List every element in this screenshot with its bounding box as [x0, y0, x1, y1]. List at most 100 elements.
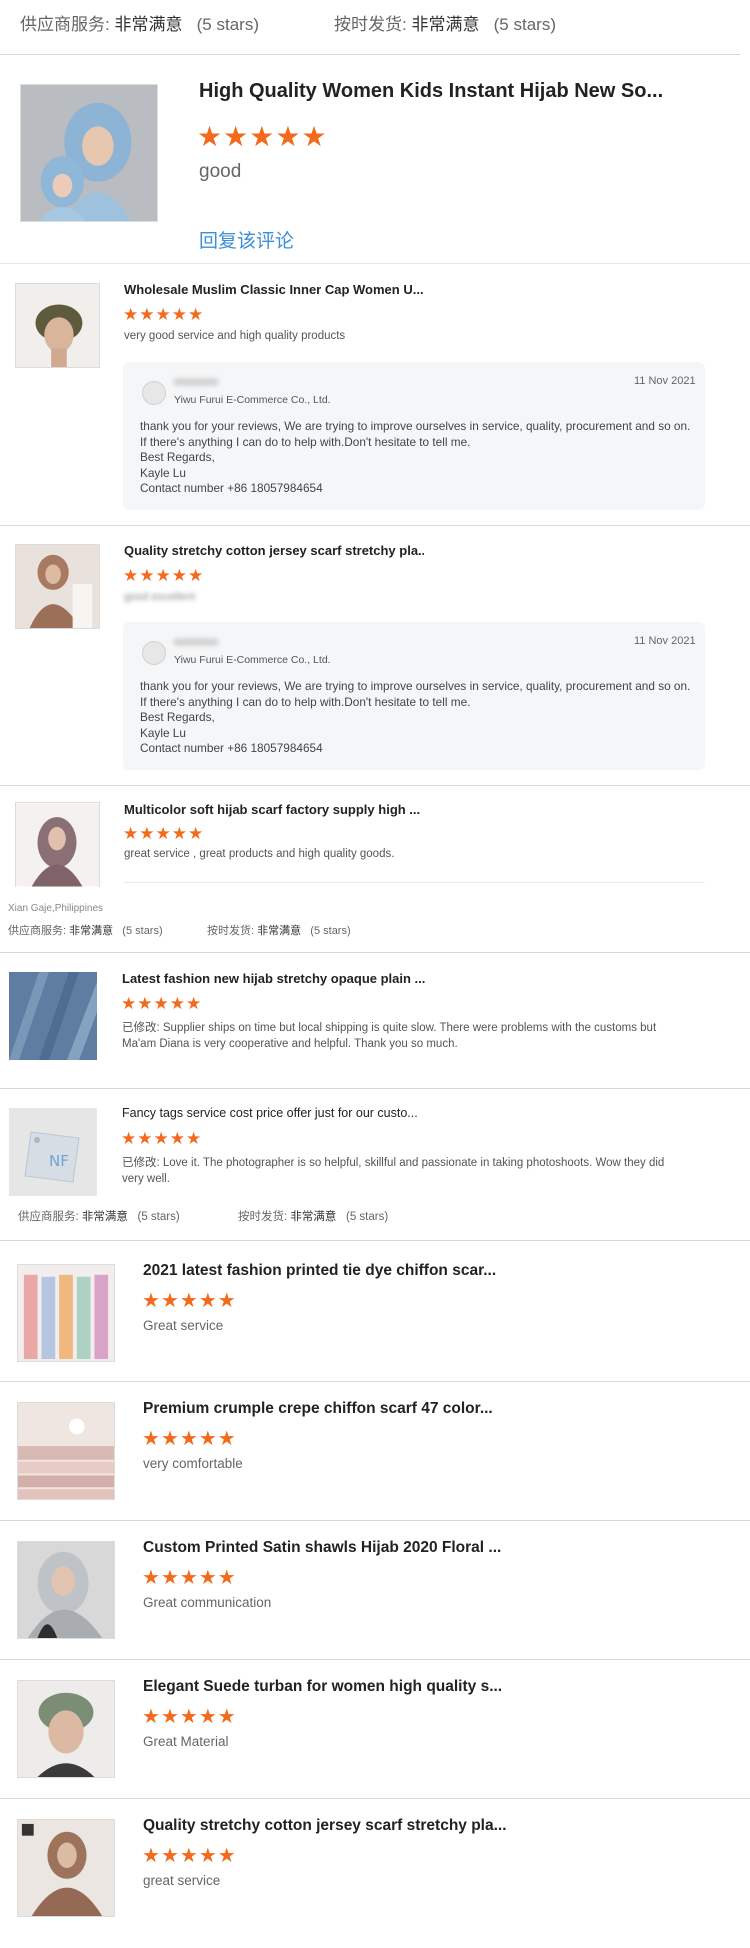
reply-line: Best Regards, — [140, 710, 215, 724]
hijab-scarf-photo-icon — [16, 803, 99, 887]
review-product-title[interactable]: Latest fashion new hijab stretchy opaque… — [122, 971, 452, 986]
review-product-title[interactable]: Quality stretchy cotton jersey scarf str… — [124, 543, 424, 558]
review-product-title[interactable]: Premium crumple crepe chiffon scarf 47 c… — [143, 1400, 523, 1418]
ontime-delivery-value: 非常满意 — [290, 1211, 337, 1223]
star-icon: ★ — [153, 1129, 170, 1148]
reply-review-link[interactable]: 回复该评论 — [199, 226, 294, 253]
reply-date: 11 Nov 2021 — [634, 635, 696, 647]
supplier-rating-line: 供应商服务: 非常满意 (5 stars) — [18, 1208, 180, 1224]
ontime-delivery-stars: (5 stars) — [310, 925, 351, 937]
review-product-title[interactable]: Multicolor soft hijab scarf factory supp… — [124, 802, 424, 817]
star-icon: ★ — [198, 1290, 218, 1312]
star-icon: ★ — [153, 994, 170, 1013]
supplier-service-label: 供应商服务: — [8, 925, 67, 937]
star-icon: ★ — [217, 1290, 237, 1312]
star-icon: ★ — [217, 1845, 237, 1867]
star-icon: ★ — [223, 121, 250, 152]
review-comment: great service , great products and high … — [124, 848, 395, 860]
blurred-replier-name — [173, 638, 219, 646]
star-rating: ★★★★★ — [121, 994, 202, 1014]
star-rating: ★★★★★ — [123, 824, 204, 844]
review-product-title[interactable]: Fancy tags service cost price offer just… — [122, 1106, 452, 1120]
blue-fabric-photo-icon — [9, 972, 97, 1060]
star-icon: ★ — [139, 824, 156, 843]
review-product-title[interactable]: Custom Printed Satin shawls Hijab 2020 F… — [143, 1539, 523, 1557]
divider — [0, 1798, 750, 1799]
product-thumbnail[interactable] — [15, 283, 100, 368]
reply-line: Best Regards, — [140, 450, 215, 464]
star-icon: ★ — [160, 1706, 180, 1728]
comment-line: 已修改: Supplier ships on time but local sh… — [122, 1022, 657, 1034]
supplier-service-value: 非常满意 — [69, 925, 114, 937]
star-icon: ★ — [217, 1706, 237, 1728]
product-thumbnail[interactable] — [17, 1264, 115, 1362]
divider — [0, 952, 750, 953]
star-icon: ★ — [155, 305, 172, 324]
star-icon: ★ — [179, 1567, 199, 1589]
avatar-icon — [142, 381, 166, 405]
product-thumbnail[interactable] — [17, 1680, 115, 1778]
star-icon: ★ — [198, 1706, 218, 1728]
review-product-title[interactable]: High Quality Women Kids Instant Hijab Ne… — [199, 80, 669, 103]
product-thumbnail[interactable] — [15, 544, 100, 629]
ontime-rating-line: 按时发货: 非常满意 (5 stars) — [238, 1208, 388, 1224]
ontime-delivery-stars: (5 stars) — [493, 15, 556, 34]
divider — [0, 54, 740, 55]
star-rating: ★★★★★ — [197, 120, 328, 153]
product-thumbnail[interactable] — [17, 1402, 115, 1500]
review-product-title[interactable]: 2021 latest fashion printed tie dye chif… — [143, 1262, 523, 1280]
inner-cap-photo-icon — [16, 284, 99, 367]
divider — [0, 1520, 750, 1521]
divider — [0, 785, 750, 786]
supplier-service-value: 非常满意 — [81, 1211, 128, 1223]
comment-line: very well. — [122, 1172, 170, 1185]
product-thumbnail[interactable] — [20, 84, 158, 222]
ontime-delivery-label: 按时发货: — [334, 15, 407, 34]
blurred-replier-name — [173, 378, 219, 386]
avatar-icon — [142, 641, 166, 665]
supplier-service-stars: (5 stars) — [196, 15, 259, 34]
star-icon: ★ — [160, 1290, 180, 1312]
star-rating: ★★★★★ — [142, 1288, 237, 1313]
blurred-review-comment: good excellent — [124, 591, 195, 603]
star-icon: ★ — [171, 566, 188, 585]
star-icon: ★ — [137, 1129, 154, 1148]
product-thumbnail[interactable] — [17, 1541, 115, 1639]
review-product-title[interactable]: Wholesale Muslim Classic Inner Cap Women… — [124, 282, 424, 297]
product-thumbnail[interactable]: NF — [9, 1108, 97, 1196]
star-icon: ★ — [160, 1428, 180, 1450]
star-icon: ★ — [160, 1567, 180, 1589]
review-comment: Great Material — [143, 1734, 229, 1749]
review-comment: very good service and high quality produ… — [124, 330, 346, 342]
ontime-rating-line: 按时发货: 非常满意 (5 stars) — [334, 10, 556, 35]
reply-line: Kayle Lu — [140, 725, 186, 740]
reply-line: If there's anything I can do to help wit… — [140, 434, 471, 449]
star-icon: ★ — [142, 1290, 161, 1312]
star-icon: ★ — [139, 566, 156, 585]
star-icon: ★ — [142, 1845, 161, 1867]
star-rating: ★★★★★ — [142, 1704, 237, 1729]
product-thumbnail[interactable] — [15, 802, 100, 887]
jersey-scarf-photo-icon — [18, 1820, 114, 1916]
supplier-rating-line: 供应商服务: 非常满意 (5 stars) — [8, 922, 163, 938]
star-icon: ★ — [155, 824, 172, 843]
review-product-title[interactable]: Elegant Suede turban for women high qual… — [143, 1678, 523, 1696]
review-product-title[interactable]: Quality stretchy cotton jersey scarf str… — [143, 1817, 523, 1835]
reply-date: 11 Nov 2021 — [634, 375, 696, 387]
star-icon: ★ — [188, 824, 205, 843]
tag-text: NF — [49, 1152, 69, 1170]
product-thumbnail[interactable] — [9, 972, 97, 1060]
tag-photo-icon: NF — [9, 1108, 97, 1196]
star-rating: ★★★★★ — [121, 1129, 202, 1149]
star-icon: ★ — [142, 1567, 161, 1589]
review-comment: 已修改: Love it. The photographer is so hel… — [122, 1156, 664, 1187]
supplier-reply-box: Yiwu Furui E-Commerce Co., Ltd. 11 Nov 2… — [123, 622, 705, 770]
review-comment: good — [199, 161, 242, 182]
divider — [123, 882, 705, 883]
star-icon: ★ — [198, 1845, 218, 1867]
star-icon: ★ — [188, 305, 205, 324]
star-icon: ★ — [171, 824, 188, 843]
product-thumbnail[interactable] — [17, 1819, 115, 1917]
reply-line: thank you for your reviews, We are tryin… — [140, 679, 691, 693]
divider — [0, 263, 750, 264]
